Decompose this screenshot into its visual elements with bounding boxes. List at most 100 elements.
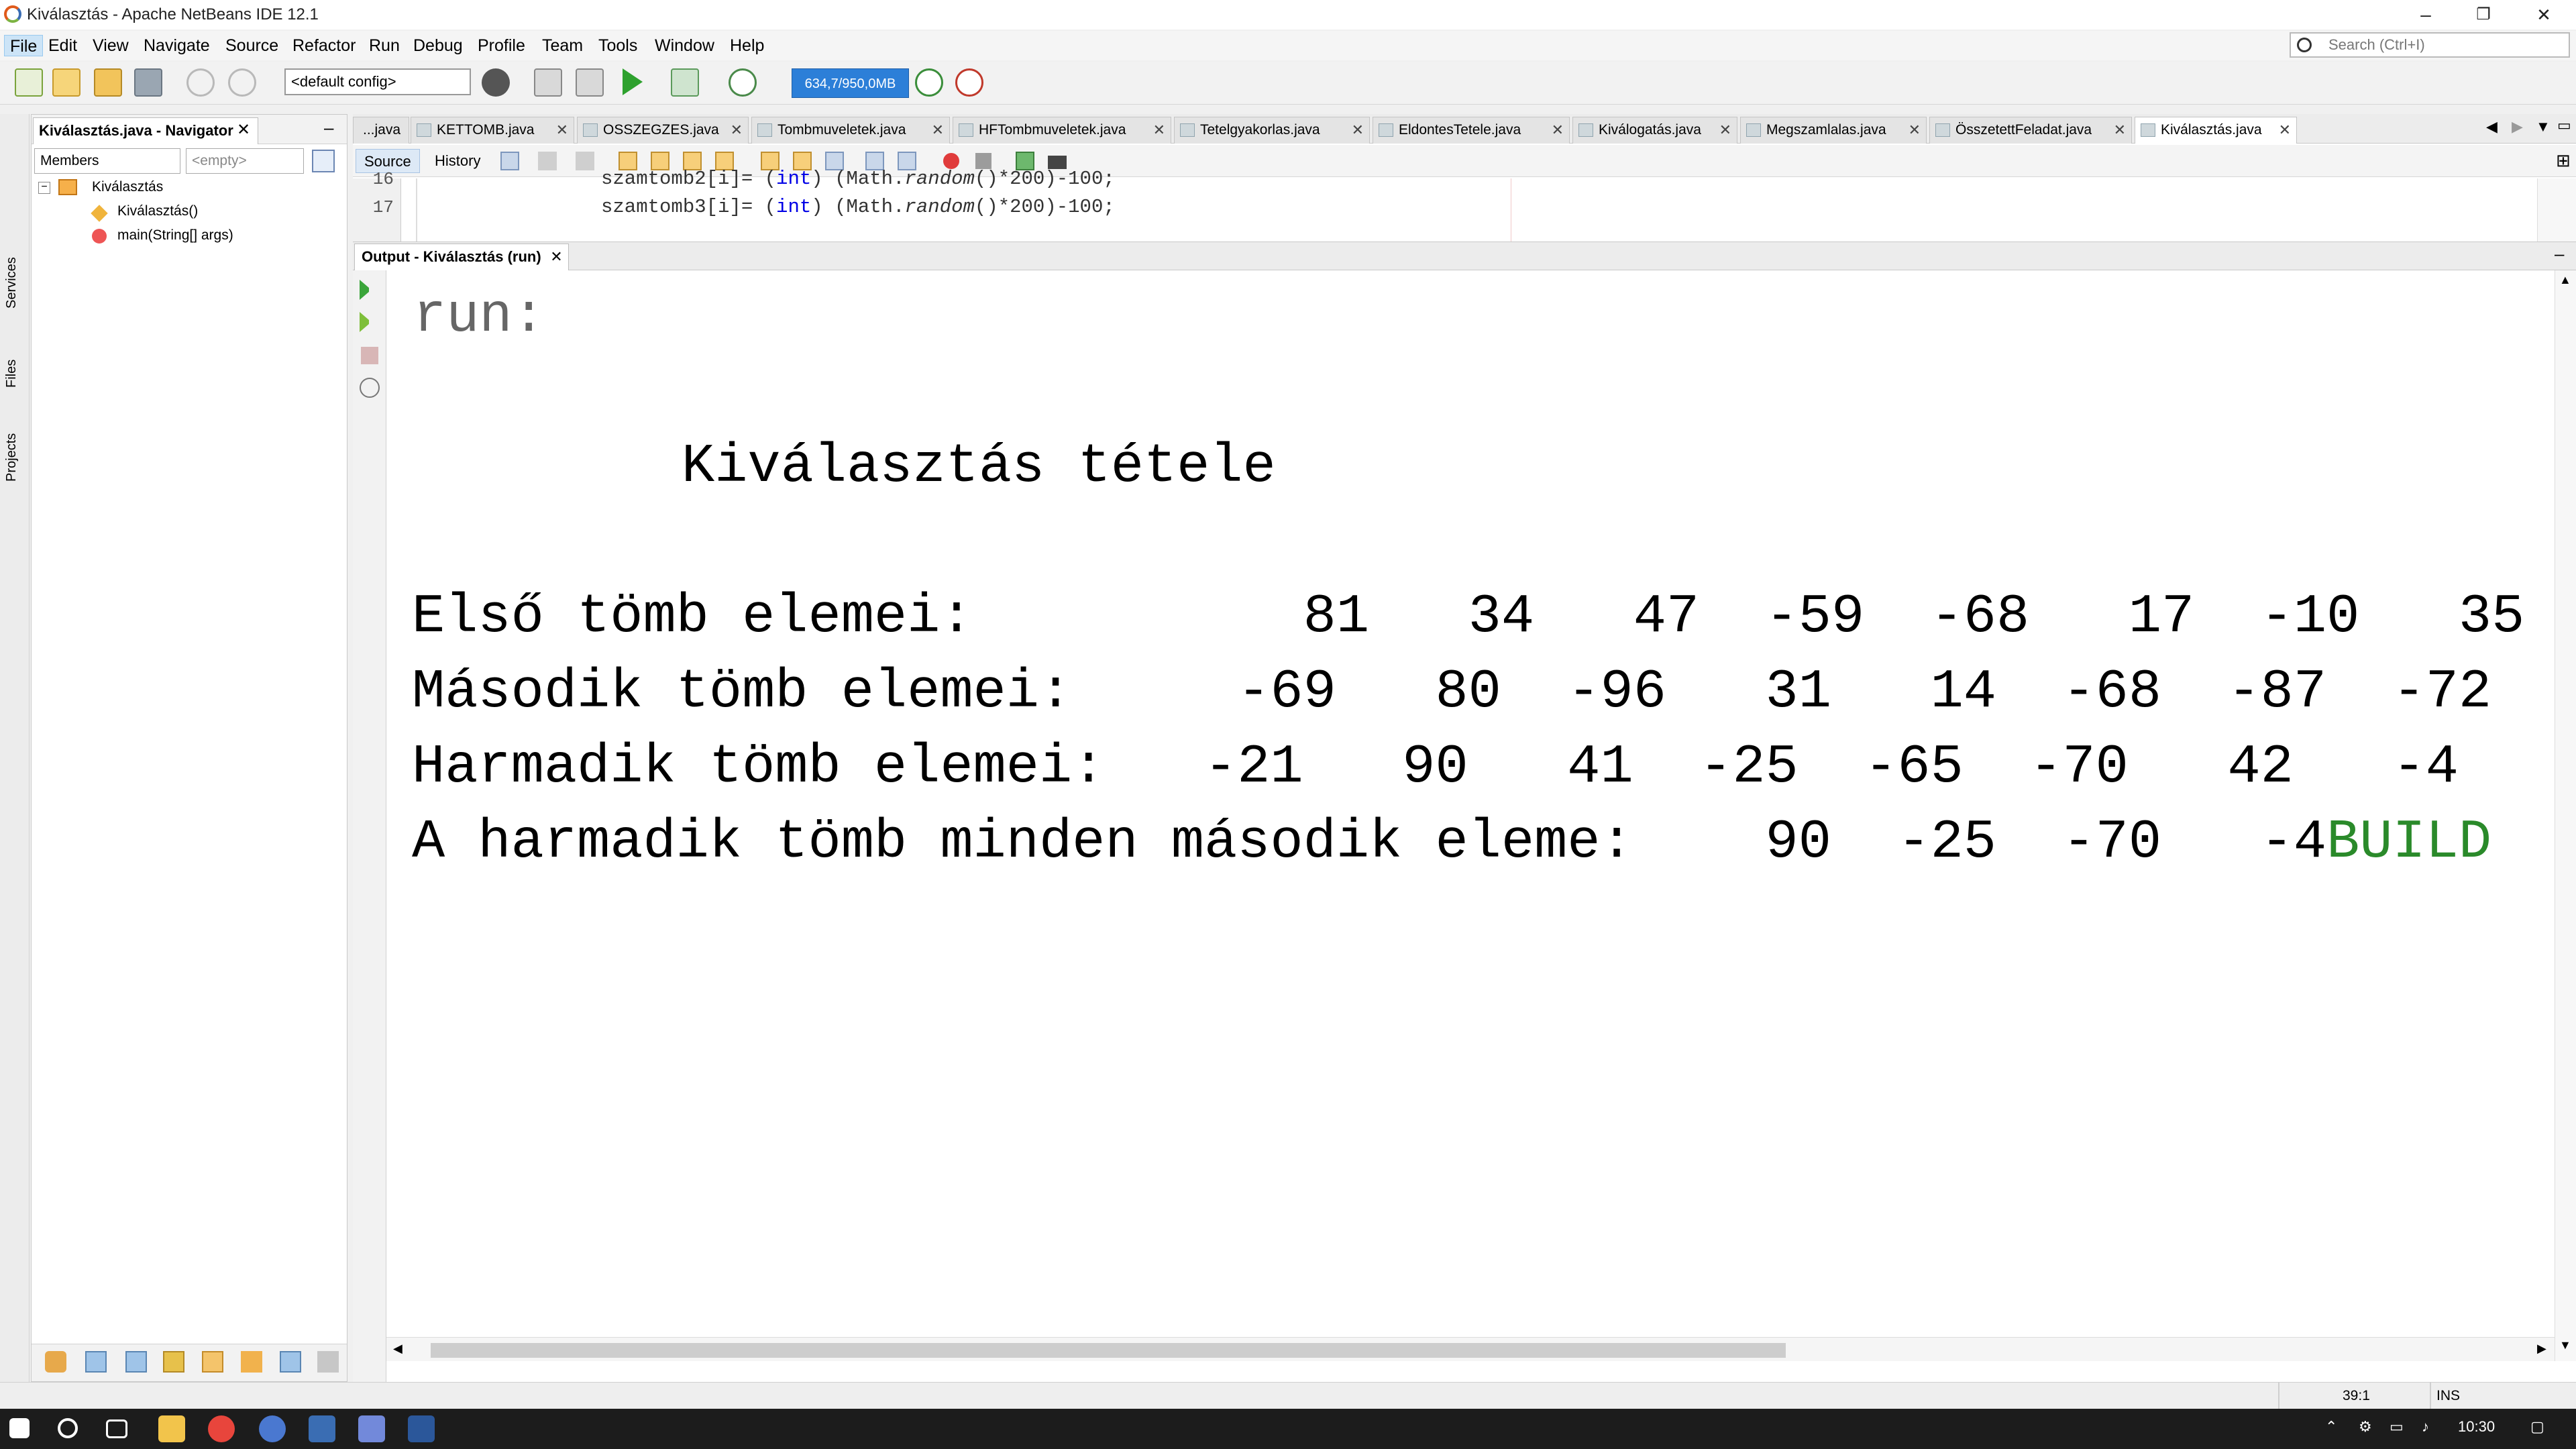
navigator-tab[interactable]: Kiválasztás.java - Navigator	[33, 117, 258, 144]
open-project-icon[interactable]	[94, 68, 122, 97]
restore-button[interactable]: ❐	[2453, 0, 2514, 30]
inherited-icon[interactable]	[202, 1351, 223, 1373]
settings-icon[interactable]	[360, 378, 380, 398]
history-tab[interactable]: History	[427, 149, 488, 173]
collapse-icon[interactable]: −	[38, 182, 50, 194]
sort-alpha-icon[interactable]	[280, 1351, 301, 1373]
close-tab-icon[interactable]: ✕	[1352, 117, 1364, 143]
file-tab[interactable]: OSSZEGZES.java ✕	[577, 117, 749, 144]
scroll-right-icon[interactable]: ▶	[2537, 1342, 2546, 1356]
close-tab-icon[interactable]: ✕	[1153, 117, 1165, 143]
menu-run[interactable]: Run	[364, 35, 405, 56]
search-input[interactable]: Search (Ctrl+I)	[2290, 32, 2570, 58]
split-editor-icon[interactable]: ⊞	[2556, 150, 2571, 171]
scroll-down-icon[interactable]: ▼	[2559, 1338, 2571, 1352]
file-tab[interactable]: Tetelgyakorlas.java ✕	[1174, 117, 1370, 144]
static-icon[interactable]	[125, 1351, 147, 1373]
browser-icon[interactable]	[259, 1415, 286, 1442]
search-taskbar-icon[interactable]	[58, 1418, 78, 1438]
taskbar-clock[interactable]: 10:30	[2458, 1418, 2495, 1436]
close-tab-icon[interactable]: ✕	[556, 117, 568, 143]
chrome-icon[interactable]	[208, 1415, 235, 1442]
sort-position-icon[interactable]	[317, 1351, 339, 1373]
menu-source[interactable]: Source	[220, 35, 284, 56]
memory-indicator[interactable]: 634,7/950,0MB	[792, 68, 909, 98]
tab-list-icon[interactable]: ▼	[2536, 118, 2551, 136]
new-file-icon[interactable]	[15, 68, 43, 97]
undo-icon[interactable]	[186, 68, 215, 97]
close-tab-icon[interactable]: ✕	[1909, 117, 1921, 143]
file-tab[interactable]: KETTOMB.java ✕	[411, 117, 574, 144]
clean-build-icon[interactable]	[576, 68, 604, 97]
close-button[interactable]: ✕	[2513, 0, 2575, 30]
file-tab[interactable]: Kiválogatás.java ✕	[1572, 117, 1737, 144]
back-icon[interactable]	[538, 152, 557, 170]
last-edit-icon[interactable]	[500, 152, 519, 170]
tray-chevron-icon[interactable]: ⌃	[2325, 1418, 2337, 1436]
output-horizontal-scrollbar[interactable]: ◀ ▶	[386, 1337, 2555, 1361]
output-console[interactable]: run: Kiválasztás tétele Első tömb elemei…	[386, 270, 2555, 1337]
projects-tab[interactable]: Projects	[4, 433, 19, 482]
output-vertical-scrollbar[interactable]: ▲ ▼	[2555, 270, 2576, 1361]
scroll-tabs-right-icon[interactable]: ▶	[2512, 118, 2523, 136]
minimize-button[interactable]: –	[2395, 0, 2457, 30]
file-tab[interactable]: Tombmuveletek.java ✕	[751, 117, 950, 144]
file-tab-active[interactable]: Kiválasztás.java ✕	[2135, 117, 2297, 144]
profile-icon[interactable]	[729, 68, 757, 97]
tree-item-constructor[interactable]: Kiválasztás()	[117, 203, 198, 219]
new-project-icon[interactable]	[52, 68, 80, 97]
members-filter[interactable]: Members	[34, 148, 180, 174]
start-macro-icon[interactable]	[943, 153, 959, 169]
minimize-output-icon[interactable]: –	[2555, 244, 2564, 264]
file-tab[interactable]: Megszamlalas.java ✕	[1740, 117, 1927, 144]
discord-icon[interactable]	[358, 1415, 385, 1442]
close-tab-icon[interactable]: ✕	[932, 117, 944, 143]
build-icon[interactable]	[534, 68, 562, 97]
config-select[interactable]: <default config>	[284, 68, 471, 95]
filter-icon[interactable]	[45, 1351, 66, 1373]
file-tab[interactable]: ...java	[353, 117, 409, 144]
file-explorer-icon[interactable]	[158, 1415, 185, 1442]
maximize-editor-icon[interactable]: ▭	[2557, 117, 2571, 134]
close-tab-icon[interactable]: ✕	[1719, 117, 1731, 143]
code-view[interactable]: 16 17 szamtomb2[i]= (int) (Math.random()…	[353, 168, 2576, 241]
services-tab[interactable]: Services	[4, 257, 19, 309]
empty-filter[interactable]: <empty>	[186, 148, 304, 174]
fields-icon[interactable]	[85, 1351, 107, 1373]
tree-item-main[interactable]: main(String[] args)	[117, 227, 233, 244]
menu-file[interactable]: File	[4, 35, 44, 56]
config-globe-icon[interactable]	[482, 68, 510, 97]
word-icon[interactable]	[408, 1415, 435, 1442]
scrollbar-thumb[interactable]	[431, 1343, 1786, 1358]
sort-icon[interactable]	[241, 1351, 262, 1373]
view-icon[interactable]	[312, 150, 335, 172]
close-tab-icon[interactable]: ✕	[1552, 117, 1564, 143]
menu-help[interactable]: Help	[724, 35, 769, 56]
file-tab[interactable]: ÖsszetettFeladat.java ✕	[1929, 117, 2132, 144]
close-navigator-icon[interactable]: ✕	[237, 120, 250, 140]
menu-view[interactable]: View	[87, 35, 134, 56]
output-tab[interactable]: Output - Kiválasztás (run) ✕	[354, 244, 569, 270]
minimize-panel-icon[interactable]: –	[324, 117, 333, 138]
task-view-icon[interactable]	[106, 1419, 127, 1438]
rerun-with-params-icon[interactable]	[360, 312, 380, 332]
uncomment-icon[interactable]	[1048, 156, 1067, 169]
profiler-icon[interactable]	[955, 68, 983, 97]
scroll-tabs-left-icon[interactable]: ◀	[2486, 118, 2498, 136]
close-tab-icon[interactable]: ✕	[2279, 117, 2291, 143]
rerun-icon[interactable]	[360, 280, 380, 300]
debug-icon[interactable]	[671, 68, 699, 97]
scroll-up-icon[interactable]: ▲	[2559, 273, 2571, 287]
run-icon[interactable]	[623, 68, 643, 95]
stop-icon[interactable]	[361, 347, 378, 364]
file-tab[interactable]: HFTombmuveletek.java ✕	[953, 117, 1171, 144]
tree-root-class[interactable]: Kiválasztás	[92, 179, 163, 195]
editor-vertical-scrollbar[interactable]	[2537, 178, 2576, 241]
menu-window[interactable]: Window	[649, 35, 720, 56]
volume-icon[interactable]: ♪	[2422, 1418, 2429, 1436]
stop-macro-icon[interactable]	[975, 153, 991, 169]
start-windows-icon[interactable]	[9, 1418, 30, 1438]
menu-tools[interactable]: Tools	[593, 35, 643, 56]
close-tab-icon[interactable]: ✕	[2114, 117, 2126, 143]
redo-icon[interactable]	[228, 68, 256, 97]
